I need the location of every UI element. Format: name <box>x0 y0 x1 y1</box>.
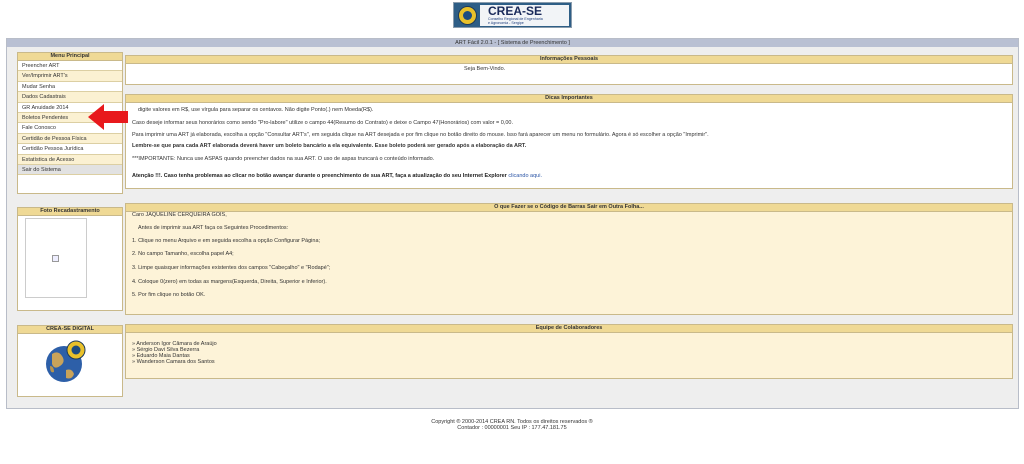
digital-title: CREA-SE DIGITAL <box>18 326 122 334</box>
red-arrow-icon <box>88 104 128 130</box>
dica-6: Atenção !!!. Caso tenha problemas ao cli… <box>132 173 542 179</box>
menu-item-certidao-pessoa-fisica[interactable]: Certidão de Pessoa Física <box>18 133 122 145</box>
barcode-intro: Antes de imprimir sua ART faça os Seguin… <box>138 225 289 231</box>
crea-emblem-icon <box>458 6 477 25</box>
dica-4: Lembre-se que para cada ART elaborada de… <box>132 143 527 149</box>
informacoes-pessoais-box: Informações Pessoais Seja Bem-Vindo. <box>125 55 1013 85</box>
info-title: Informações Pessoais <box>126 56 1012 64</box>
barcode-step-5: 5. Por fim clique no botão OK. <box>132 292 206 298</box>
main-frame: ART Fácil 2.0.1 - [ Sistema de Preenchim… <box>6 38 1019 409</box>
logo-subtitle-2: e Agronomia - Sergipe <box>488 21 524 25</box>
dica-3: Para imprimir uma ART já elaborada, esco… <box>132 132 709 138</box>
menu-item-dados-cadastrais[interactable]: Dados Cadastrais <box>18 92 122 103</box>
menu-item-certidao-pessoa-juridica[interactable]: Certidão Pessoa Jurídica <box>18 144 122 155</box>
barcode-step-2: 2. No campo Tamanho, escolha papel A4; <box>132 251 234 257</box>
clique-aqui-link[interactable]: clicando aqui. <box>508 173 542 179</box>
dica-2: Caso deseje informar seus honorários com… <box>132 120 513 126</box>
barcode-step-1: 1. Clique no menu Arquivo e em seguida e… <box>132 238 321 244</box>
welcome-text: Seja Bem-Vindo. <box>464 66 506 72</box>
menu-item-estatistica-acesso[interactable]: Estatística de Acesso <box>18 154 122 165</box>
menu-item-sair[interactable]: Sair do Sistema <box>18 164 122 176</box>
equipe-box: Equipe de Colaboradores » Anderson Igor … <box>125 324 1013 379</box>
equipe-list: » Anderson Igor Câmara de Araújo » Sérgi… <box>132 341 217 365</box>
dica-1: digite valores em R$, use vírgula para s… <box>138 107 374 113</box>
codigo-barras-box: O que Fazer se o Código de Barras Sair e… <box>125 203 1013 315</box>
dicas-importantes-box: Dicas Importantes digite valores em R$, … <box>125 94 1013 189</box>
broken-image-icon <box>52 255 59 262</box>
crea-se-logo: CREA-SE Conselho Regional de Engenharia e… <box>453 2 572 28</box>
barcode-step-3: 3. Limpe quaisquer informações existente… <box>132 265 331 271</box>
logo-title: CREA-SE <box>488 4 543 18</box>
crea-digital-box: CREA-SE DIGITAL <box>17 325 123 397</box>
contador-text: Contador : 00000001 Seu IP : 177.47.181.… <box>457 425 567 431</box>
dicas-title: Dicas Importantes <box>126 95 1012 103</box>
foto-title: Foto Recadastramento <box>18 208 122 216</box>
app-title-bar: ART Fácil 2.0.1 - [ Sistema de Preenchim… <box>7 39 1018 47</box>
dica-5: ***IMPORTANTE: Nunca use ASPAS quando pr… <box>132 156 435 162</box>
globe-icon[interactable] <box>44 340 88 384</box>
equipe-title: Equipe de Colaboradores <box>126 325 1012 333</box>
menu-item-preencher-art[interactable]: Preencher ART <box>18 61 122 72</box>
menu-title: Menu Principal <box>18 53 122 61</box>
foto-recadastramento-box: Foto Recadastramento <box>17 207 123 311</box>
greeting-text: Caro JAQUELINE CERQUEIRA GOIS, <box>132 212 227 218</box>
barcode-step-4: 4. Coloque 0(zero) em todas as margens(E… <box>132 279 327 285</box>
list-item: » Wanderson Camara dos Santos <box>132 359 215 365</box>
barcode-title: O que Fazer se o Código de Barras Sair e… <box>126 204 1012 212</box>
user-photo <box>25 218 87 298</box>
menu-item-ver-imprimir-arts[interactable]: Ver/Imprimir ART's <box>18 71 122 82</box>
menu-item-mudar-senha[interactable]: Mudar Senha <box>18 82 122 93</box>
app-title: ART Fácil 2.0.1 - [ Sistema de Preenchim… <box>455 40 570 46</box>
